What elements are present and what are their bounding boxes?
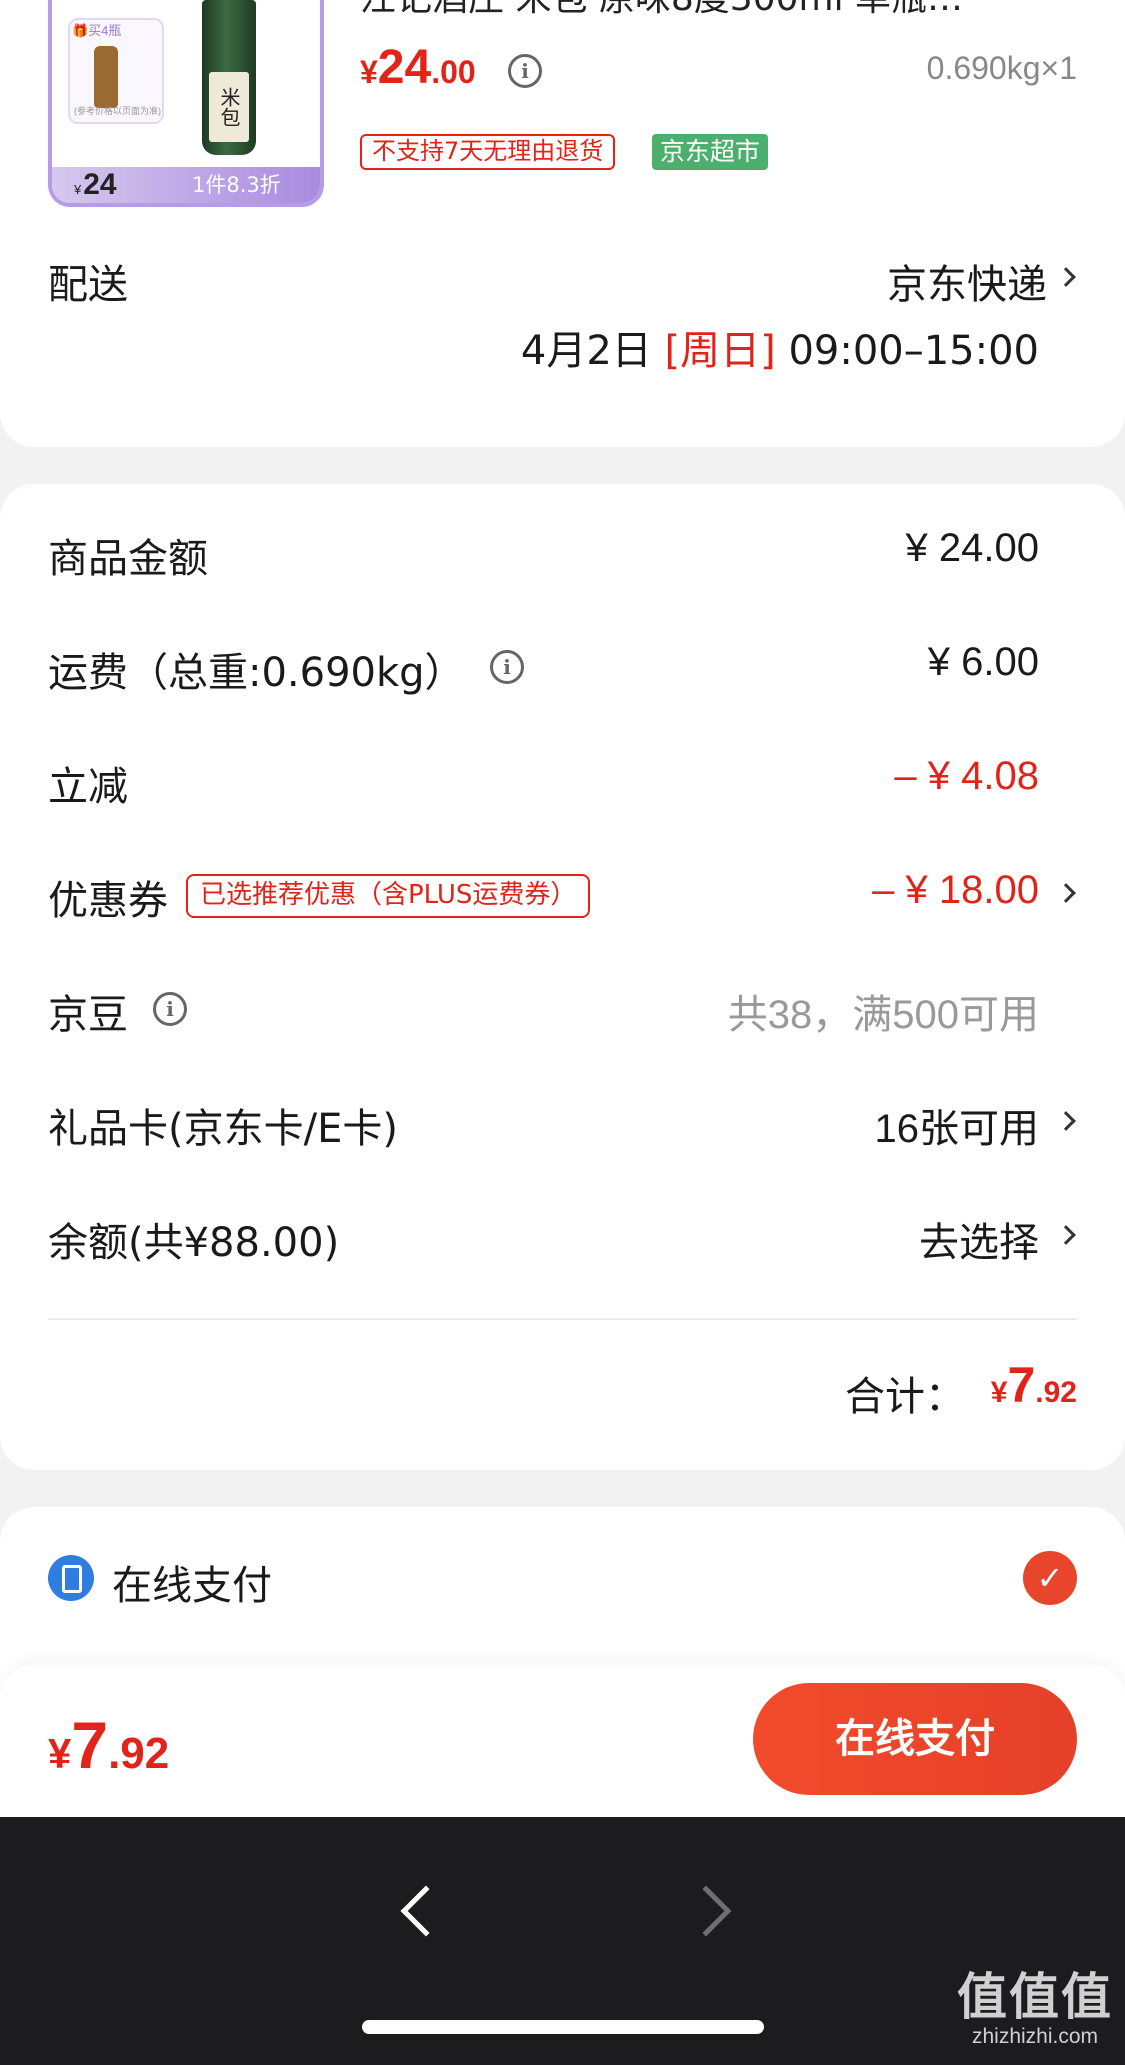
delivery-weekday: [周日]	[664, 328, 776, 374]
delivery-date: 4月2日	[520, 328, 665, 374]
delivery-method[interactable]: 京东快递	[887, 252, 1047, 310]
product-price: ¥24.00	[360, 40, 476, 95]
checkout-currency: ¥	[48, 1730, 72, 1777]
thumb-price-currency: ¥	[74, 182, 82, 197]
payment-method-label[interactable]: 在线支付	[112, 1553, 272, 1611]
thumb-small-text: (参考价格以页面为准)	[74, 106, 161, 116]
balance-value[interactable]: 去选择	[919, 1210, 1039, 1268]
shipping-fee-label: 运费（总重:0.690kg）	[48, 650, 465, 696]
summary-divider	[48, 1318, 1077, 1320]
gift-card-chevron-icon[interactable]	[1056, 1111, 1076, 1131]
product-title[interactable]: 汪记酒庄 米包 原味8度300ml 单瓶…	[360, 0, 1060, 20]
total-integer: 7	[1007, 1357, 1036, 1413]
online-payment-icon	[48, 1555, 94, 1601]
thumb-discount: 1件8.3折	[192, 173, 281, 197]
product-card: 🎁买4瓶 (参考价格以页面为准) 米包 ¥24 1件8.3折 汪记酒庄 米包 原…	[0, 0, 1125, 447]
watermark-logo: 值值值	[957, 1968, 1113, 2026]
back-arrow-icon[interactable]	[400, 1885, 452, 1937]
price-decimal: .00	[431, 54, 476, 90]
gift-card-value[interactable]: 16张可用	[875, 1096, 1040, 1154]
balance-chevron-icon[interactable]	[1056, 1225, 1076, 1245]
checkout-total: ¥7.92	[48, 1707, 169, 1783]
total-label: 合计：	[845, 1374, 965, 1420]
jingdou-label: 京豆	[48, 992, 128, 1038]
gift-card-label[interactable]: 礼品卡(京东卡/E卡)	[48, 1096, 398, 1154]
delivery-chevron-icon[interactable]	[1056, 267, 1076, 287]
no-return-tag: 不支持7天无理由退货	[360, 134, 616, 170]
goods-amount-label: 商品金额	[48, 536, 208, 582]
home-indicator[interactable]	[362, 2020, 764, 2034]
mini-bottle-image	[94, 46, 118, 108]
goods-amount-value: ¥ 24.00	[905, 526, 1039, 570]
delivery-time[interactable]: 4月2日 [周日] 09:00–15:00	[521, 318, 1039, 376]
price-integer: 24	[377, 41, 432, 94]
jingdou-info-icon[interactable]: i	[153, 992, 187, 1026]
bottle-label: 米包	[209, 72, 249, 142]
price-currency: ¥	[360, 54, 378, 90]
balance-label[interactable]: 余额(共¥88.00)	[48, 1210, 339, 1268]
coupon-value[interactable]: – ¥ 18.00	[872, 868, 1039, 913]
product-weight: 0.690kg×1	[926, 50, 1077, 86]
coupon-chevron-icon[interactable]	[1056, 883, 1076, 903]
shipping-fee-value: ¥ 6.00	[927, 640, 1039, 684]
checkout-integer: 7	[71, 1708, 109, 1782]
store-tag: 京东超市	[652, 134, 769, 170]
watermark: 值值值 zhizhizhi.com	[957, 1957, 1113, 2049]
coupon-label[interactable]: 优惠券	[48, 868, 168, 926]
checkout-bar: ¥7.92 在线支付	[0, 1665, 1125, 1817]
price-info-icon[interactable]: i	[508, 54, 542, 88]
total-decimal: .92	[1035, 1376, 1077, 1409]
instant-discount-label: 立减	[48, 764, 128, 810]
forward-arrow-icon[interactable]	[680, 1885, 732, 1937]
thumb-promo-badge: 🎁买4瓶	[72, 23, 122, 38]
checkmark-icon[interactable]: ✓	[1023, 1551, 1077, 1605]
bottle-image: 米包	[202, 0, 256, 155]
delivery-time-range: 09:00–15:00	[775, 328, 1039, 374]
jingdou-value: 共38，满500可用	[727, 993, 1039, 1037]
instant-discount-value: – ¥ 4.08	[894, 754, 1039, 798]
total-value: ¥7.92	[991, 1356, 1077, 1414]
product-thumbnail[interactable]: 🎁买4瓶 (参考价格以页面为准) 米包 ¥24 1件8.3折	[48, 0, 324, 207]
order-summary-card: 商品金额 ¥ 24.00 运费（总重:0.690kg） i ¥ 6.00 立减 …	[0, 484, 1125, 1470]
delivery-label: 配送	[48, 262, 128, 308]
shipping-info-icon[interactable]: i	[490, 650, 524, 684]
checkout-decimal: .92	[108, 1729, 170, 1778]
watermark-url: zhizhizhi.com	[971, 2025, 1099, 2048]
thumb-price: ¥24	[74, 167, 117, 203]
browser-nav-bar: 值值值 zhizhizhi.com	[0, 1817, 1125, 2065]
coupon-selected-tag[interactable]: 已选推荐优惠（含PLUS运费券）	[186, 874, 591, 918]
total-currency: ¥	[990, 1376, 1008, 1409]
thumb-price-value: 24	[83, 168, 117, 201]
pay-online-button[interactable]: 在线支付	[753, 1683, 1077, 1795]
